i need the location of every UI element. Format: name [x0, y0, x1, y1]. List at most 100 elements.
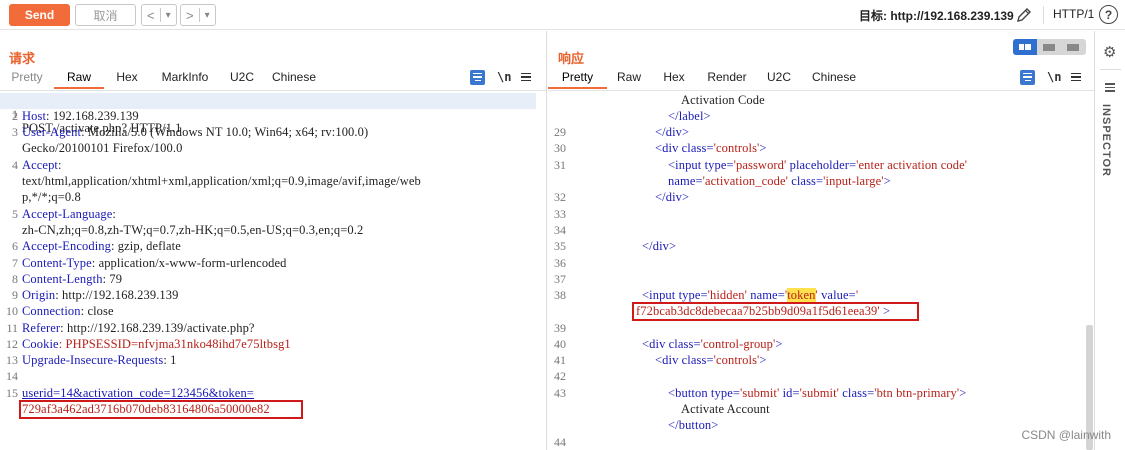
toolbar: Send 取消 < ▾ > ▾ 目标: http://192.168.239.1…	[0, 0, 1125, 30]
line-number: 37	[554, 272, 566, 286]
tab-pretty[interactable]: Pretty	[548, 67, 607, 89]
help-icon[interactable]: ?	[1099, 5, 1118, 24]
newline-toggle[interactable]: \n	[497, 70, 511, 84]
header-text: Connection: close	[22, 304, 114, 318]
split-horizontal-icon[interactable]	[1013, 39, 1037, 55]
line-number: 7	[12, 256, 18, 270]
line-number: 15	[6, 386, 18, 400]
tab-chinese[interactable]: Chinese	[264, 67, 324, 89]
layout-toggle-group	[1013, 39, 1086, 55]
inspector-tab[interactable]: INSPECTOR	[1100, 104, 1112, 177]
tab-u2c[interactable]: U2C	[757, 67, 801, 89]
line-number: 36	[554, 256, 566, 270]
header-text: Cookie: PHPSESSID=nfvjma31nko48ihd7e75lt…	[22, 337, 291, 351]
tab-raw[interactable]: Raw	[54, 67, 104, 89]
header-text: Accept-Encoding: gzip, deflate	[22, 239, 181, 253]
html-tag: </div>	[655, 125, 690, 139]
line-number: 4	[12, 158, 18, 172]
newline-toggle[interactable]: \n	[1047, 70, 1061, 84]
send-button[interactable]: Send	[9, 4, 70, 26]
menu-icon[interactable]	[1105, 83, 1115, 92]
header-text: Host: 192.168.239.139	[22, 109, 139, 123]
header-text: Accept:	[22, 158, 62, 172]
tab-render[interactable]: Render	[697, 67, 757, 89]
line-number: 3	[12, 125, 18, 139]
tab-u2c[interactable]: U2C	[220, 67, 264, 89]
request-title: 请求	[9, 51, 36, 66]
edit-target-pencil-icon[interactable]	[1013, 4, 1035, 26]
tab-pretty[interactable]: Pretty	[0, 67, 54, 89]
target-label: 目标: http://192.168.239.139	[859, 9, 1014, 23]
line-number: 38	[554, 288, 566, 302]
request-editor[interactable]: 1 POST /activate.php? HTTP/1.1 2 Host: 19…	[0, 90, 546, 450]
response-tabs: Pretty Raw Hex Render U2C Chinese	[548, 67, 867, 89]
line-number: 10	[6, 304, 18, 318]
line-number: 40	[554, 337, 566, 351]
line-number: 29	[554, 125, 566, 139]
tab-hex[interactable]: Hex	[104, 67, 150, 89]
line-number: 43	[554, 386, 566, 400]
request-panel: 请求 Pretty Raw Hex MarkInfo U2C Chinese \…	[0, 31, 547, 450]
menu-icon[interactable]	[521, 72, 532, 82]
line-number: 44	[554, 435, 566, 449]
back-nav-group: < ▾	[141, 4, 177, 26]
header-text: Accept-Language:	[22, 207, 116, 221]
cancel-button[interactable]: 取消	[75, 4, 136, 26]
tab-markinfo[interactable]: MarkInfo	[150, 67, 220, 89]
tab-raw[interactable]: Raw	[607, 67, 651, 89]
response-editor[interactable]: Activation Code </label> 29 </div> 30 <div…	[548, 90, 1094, 450]
word-wrap-icon[interactable]	[1020, 69, 1035, 85]
html-tag: <input type='hidden' name='token' value=…	[642, 288, 859, 302]
html-tag: <input type='password' placeholder='ente…	[668, 158, 968, 172]
word-wrap-icon[interactable]	[470, 69, 485, 85]
html-tag: </button>	[668, 418, 719, 432]
line-number: 42	[554, 369, 566, 383]
request-tabs: Pretty Raw Hex MarkInfo U2C Chinese	[0, 67, 324, 89]
html-tag: </div>	[655, 190, 690, 204]
line-number: 14	[6, 369, 18, 383]
single-view-icon[interactable]	[1061, 39, 1085, 55]
tab-hex[interactable]: Hex	[651, 67, 697, 89]
line-number: 39	[554, 321, 566, 335]
line-number: 6	[12, 239, 18, 253]
html-tag: name='activation_code' class='input-larg…	[668, 174, 891, 188]
token-highlight-box	[632, 302, 919, 321]
inspector-sidebar: ⚙ INSPECTOR	[1096, 31, 1125, 450]
line-number: 12	[6, 337, 18, 351]
header-text: text/html,application/xhtml+xml,applicat…	[22, 174, 421, 188]
html-tag: </div>	[642, 239, 677, 253]
forward-dropdown-icon[interactable]: ▾	[200, 10, 215, 21]
response-title: 响应	[558, 51, 585, 66]
header-text: User-Agent: Mozilla/5.0 (Windows NT 10.0…	[22, 125, 369, 139]
divider	[1043, 6, 1044, 24]
html-text: Activation Code	[681, 93, 765, 107]
back-dropdown-icon[interactable]: ▾	[161, 10, 176, 21]
line-number: 11	[6, 321, 18, 335]
forward-nav-group: > ▾	[180, 4, 216, 26]
header-text: p,*/*;q=0.8	[22, 190, 81, 204]
menu-icon[interactable]	[1071, 72, 1082, 82]
tab-chinese[interactable]: Chinese	[801, 67, 867, 89]
line-number: 35	[554, 239, 566, 253]
line-number: 8	[12, 272, 18, 286]
html-text: Activate Account	[681, 402, 770, 416]
line-number: 9	[12, 288, 18, 302]
http-version-toggle[interactable]: HTTP/1	[1053, 7, 1094, 21]
line-number: 13	[6, 353, 18, 367]
code-line: 1 POST /activate.php? HTTP/1.1	[0, 93, 536, 135]
gear-icon[interactable]: ⚙	[1103, 43, 1116, 61]
watermark: CSDN @lainwith	[1021, 428, 1111, 442]
divider	[1100, 69, 1121, 70]
html-tag: <button type='submit' id='submit' class=…	[668, 386, 967, 400]
line-number: 34	[554, 223, 566, 237]
request-body-params: userid=14&activation_code=123456&token=	[22, 386, 254, 400]
split-vertical-icon[interactable]	[1037, 39, 1061, 55]
html-tag: </label>	[668, 109, 711, 123]
back-arrow-icon[interactable]: <	[142, 8, 160, 23]
token-highlight-box	[19, 400, 303, 419]
header-text: Gecko/20100101 Firefox/100.0	[22, 141, 183, 155]
line-number: 31	[554, 158, 566, 172]
forward-arrow-icon[interactable]: >	[181, 8, 199, 23]
html-tag: <div class='control-group'>	[642, 337, 783, 351]
response-panel: 响应 Pretty Raw Hex Render U2C Chinese \n …	[548, 31, 1095, 450]
